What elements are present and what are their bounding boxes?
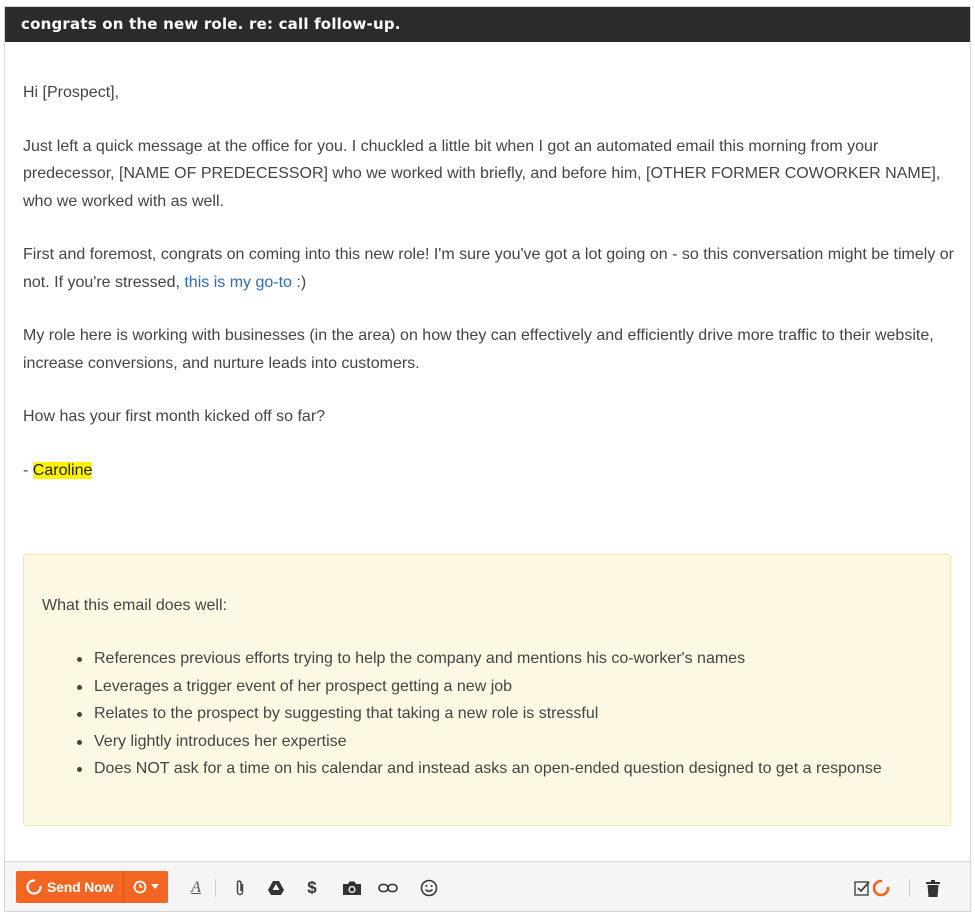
attachment-icon[interactable]: [233, 877, 247, 899]
email-compose-window: congrats on the new role. re: call follo…: [4, 6, 971, 912]
email-subject: congrats on the new role. re: call follo…: [5, 7, 970, 42]
link-icon[interactable]: [377, 877, 399, 899]
send-now-label: Send Now: [47, 879, 114, 895]
greeting: Hi [Prospect],: [23, 84, 120, 101]
send-button-group: Send Now: [16, 871, 168, 903]
emoji-icon[interactable]: [419, 877, 439, 899]
signature-line: - Caroline: [23, 457, 958, 485]
toolbar-separator: [909, 879, 910, 897]
send-now-button[interactable]: Send Now: [16, 871, 124, 903]
caret-down-icon: [151, 884, 159, 889]
google-drive-icon[interactable]: [267, 877, 285, 899]
callout-title: What this email does well:: [42, 597, 227, 614]
schedule-send-button[interactable]: [124, 871, 168, 903]
analysis-callout: What this email does well: References pr…: [23, 554, 951, 826]
callout-list: References previous efforts trying to he…: [77, 645, 914, 783]
list-item: Leverages a trigger event of her prospec…: [77, 673, 914, 701]
paragraph-congrats: First and foremost, congrats on coming i…: [23, 241, 958, 296]
font-format-icon[interactable]: A: [189, 877, 203, 899]
signature-name: Caroline: [32, 461, 93, 479]
tracking-toggle[interactable]: [853, 877, 891, 899]
paragraph-predecessor: Just left a quick message at the office …: [23, 137, 941, 210]
list-item: Relates to the prospect by suggesting th…: [77, 700, 914, 728]
clock-icon: [133, 880, 147, 894]
smiley-text: :): [291, 273, 307, 291]
sync-icon: [26, 879, 42, 895]
list-item: References previous efforts trying to he…: [77, 645, 914, 673]
paragraph-question: How has your first month kicked off so f…: [23, 408, 326, 425]
paragraph-role: My role here is working with businesses …: [23, 327, 934, 372]
signoff-dash: -: [23, 461, 33, 479]
camera-icon[interactable]: [341, 877, 363, 899]
trash-icon[interactable]: [925, 877, 941, 899]
compose-toolbar: Send Now A $: [5, 861, 970, 911]
checkbox-icon: [854, 881, 870, 896]
paragraph-congrats-text: First and foremost, congrats on coming i…: [23, 246, 954, 291]
toolbar-separator: [215, 879, 216, 897]
dollar-icon[interactable]: $: [305, 877, 319, 899]
list-item: Does NOT ask for a time on his calendar …: [77, 755, 914, 783]
email-body[interactable]: Hi [Prospect], Just left a quick message…: [23, 79, 958, 510]
list-item: Very lightly introduces her expertise: [77, 728, 914, 756]
sync-icon: [872, 879, 890, 897]
go-to-link[interactable]: this is my go-to: [184, 274, 292, 291]
